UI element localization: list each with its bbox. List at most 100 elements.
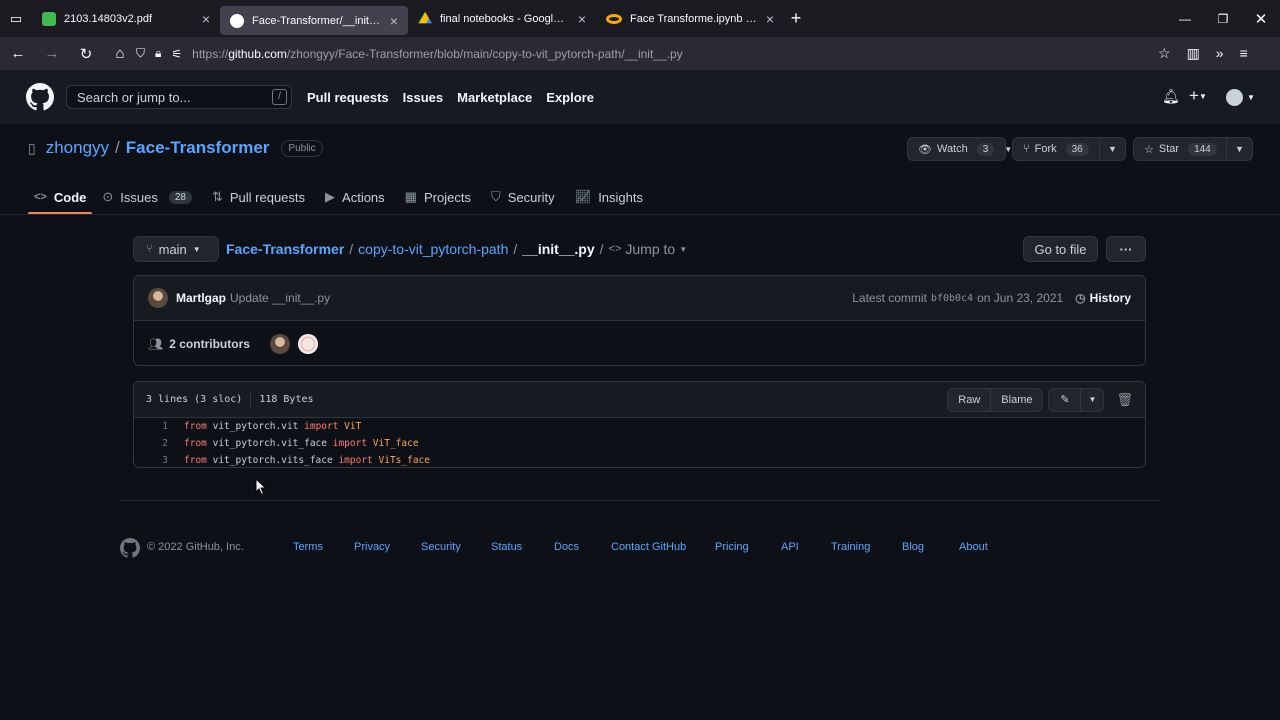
window-close-icon[interactable]: ✕ (1242, 10, 1280, 28)
nav-explore[interactable]: Explore (546, 90, 594, 105)
footer-link-about[interactable]: About (959, 541, 988, 553)
branch-selector[interactable]: ⑂ main ▼ (133, 236, 219, 262)
fork-button[interactable]: ⑂ Fork 36 ▼ (1012, 137, 1126, 161)
new-tab-button[interactable]: + (784, 8, 808, 29)
footer-link-blog[interactable]: Blog (902, 541, 924, 553)
footer-link-contact[interactable]: Contact GitHub (611, 541, 686, 553)
browser-tab-github[interactable]: Face-Transformer/__init__.py at × (220, 6, 408, 35)
colab-icon (606, 13, 622, 24)
repo-owner-link[interactable]: zhongyy (46, 138, 109, 158)
tab-insights[interactable]: 📈︎ Insights (565, 180, 653, 214)
close-icon[interactable]: × (390, 13, 398, 29)
code-text: from vit_pytorch.vits_face import ViTs_f… (184, 455, 430, 466)
footer-link-api[interactable]: API (781, 541, 799, 553)
tab-title: final notebooks - Google Drive (440, 12, 570, 25)
avatar[interactable] (148, 288, 168, 308)
line-count: 3 lines (3 sloc) (146, 394, 243, 405)
shield-tracking-icon[interactable]: ⛉ (136, 46, 145, 61)
tab-label: Pull requests (229, 189, 306, 205)
fork-label: Fork (1034, 143, 1057, 155)
jump-to-button[interactable]: <> Jump to ▼ (609, 241, 688, 257)
breadcrumb-folder-link[interactable]: copy-to-vit_pytorch-path (358, 241, 508, 257)
create-new-button[interactable]: +▼ (1189, 86, 1207, 106)
tab-label: Security (507, 189, 555, 205)
go-to-file-button[interactable]: Go to file (1023, 236, 1098, 262)
footer-link-terms[interactable]: Terms (293, 541, 323, 553)
home-icon[interactable]: ⌂ (110, 45, 130, 62)
trash-icon[interactable]: 🗑︎ (1116, 392, 1133, 408)
footer-link-status[interactable]: Status (491, 541, 522, 553)
watch-button[interactable]: 👁︎ Watch 3 ▼ (907, 137, 1012, 161)
close-icon[interactable]: × (578, 11, 586, 27)
line-number[interactable]: 2 (134, 438, 168, 449)
code-line: 3 from vit_pytorch.vits_face import ViTs… (134, 452, 430, 469)
close-icon[interactable]: × (766, 11, 774, 27)
pencil-icon[interactable]: ✎ (1049, 388, 1082, 411)
nav-pull-requests[interactable]: Pull requests (307, 90, 389, 105)
code-icon: <> (608, 243, 622, 255)
eye-icon: 👁︎ (918, 143, 932, 156)
browser-tab-colab[interactable]: Face Transforme.ipynb - Colabo × (596, 0, 784, 37)
history-link[interactable]: ◷ History (1075, 291, 1131, 305)
minimize-icon[interactable]: — (1166, 12, 1204, 26)
footer-link-pricing[interactable]: Pricing (715, 541, 749, 553)
more-options-button[interactable]: ··· (1106, 236, 1146, 262)
commit-sha-link[interactable]: bf0b0c4 (931, 293, 973, 304)
footer-link-security[interactable]: Security (421, 541, 461, 553)
star-button[interactable]: ☆ Star 144 ▼ (1133, 137, 1253, 161)
close-icon[interactable]: × (202, 11, 210, 27)
graph-icon: 📈︎ (574, 189, 592, 204)
url-bar[interactable]: ⛉ 🔒︎ ⚟ https://github.com/zhongyy/Face-T… (130, 41, 1150, 66)
raw-button[interactable]: Raw (948, 388, 992, 411)
github-logo-icon[interactable] (26, 83, 54, 111)
commit-message-link[interactable]: Update __init__.py (230, 291, 330, 305)
line-number[interactable]: 3 (134, 455, 168, 466)
url-prefix: https:// (192, 46, 229, 61)
reload-icon[interactable]: ↻ (76, 45, 96, 63)
browser-tab-drive[interactable]: final notebooks - Google Drive × (408, 0, 596, 37)
footer-link-privacy[interactable]: Privacy (354, 541, 390, 553)
fork-dropdown[interactable]: ▼ (1099, 138, 1125, 160)
contributors-link[interactable]: 2 contributors (169, 337, 250, 351)
overflow-chevron-icon[interactable]: » (1216, 45, 1224, 62)
raw-blame-group: Raw Blame (947, 387, 1044, 412)
repo-name-link[interactable]: Face-Transformer (126, 138, 270, 158)
blame-button[interactable]: Blame (991, 389, 1042, 411)
bookmark-star-icon[interactable]: ☆ (1158, 45, 1171, 62)
avatar[interactable] (297, 334, 318, 354)
plus-icon: + (1189, 86, 1199, 105)
tab-code[interactable]: <> Code (28, 180, 93, 214)
nav-issues[interactable]: Issues (403, 90, 443, 105)
breadcrumb-separator: / (349, 241, 354, 257)
tab-projects[interactable]: ▦ Projects (395, 180, 481, 214)
edit-dropdown[interactable]: ▼ (1081, 389, 1103, 411)
search-input[interactable]: Search or jump to... / (66, 85, 292, 109)
commit-author-link[interactable]: Martlgap (176, 291, 226, 305)
tab-security[interactable]: ⛉ Security (481, 180, 565, 214)
tab-pull-requests[interactable]: ⇅ Pull requests (202, 180, 315, 214)
line-number[interactable]: 1 (134, 421, 168, 432)
restore-icon[interactable]: ❐ (1204, 12, 1242, 26)
drive-icon (418, 11, 432, 24)
browser-tab-pdf[interactable]: 2103.14803v2.pdf × (32, 0, 220, 37)
nav-marketplace[interactable]: Marketplace (457, 90, 532, 105)
back-icon[interactable]: ← (8, 45, 28, 62)
tab-issues[interactable]: ⊙ Issues 28 (92, 180, 202, 214)
url-text[interactable]: https://github.com/zhongyy/Face-Transfor… (192, 47, 682, 61)
bell-icon[interactable]: 🔔︎ (1162, 88, 1180, 105)
tab-list-icon[interactable]: ▭ (0, 11, 32, 27)
pdf-icon (42, 11, 56, 26)
breadcrumb-repo-link[interactable]: Face-Transformer (226, 241, 344, 257)
lock-icon[interactable]: 🔒︎ (155, 46, 161, 61)
forward-icon[interactable]: → (42, 45, 62, 62)
menu-icon[interactable]: ≡ (1240, 45, 1248, 62)
reader-view-icon[interactable]: ▥ (1187, 45, 1200, 62)
avatar[interactable] (269, 334, 290, 354)
github-logo-icon[interactable] (120, 538, 140, 558)
footer-link-docs[interactable]: Docs (554, 541, 579, 553)
user-menu[interactable]: ▼ (1226, 89, 1255, 106)
permissions-icon[interactable]: ⚟ (171, 47, 182, 61)
footer-link-training[interactable]: Training (831, 541, 870, 553)
star-dropdown[interactable]: ▼ (1226, 138, 1252, 160)
tab-actions[interactable]: ▶ Actions (315, 180, 395, 214)
